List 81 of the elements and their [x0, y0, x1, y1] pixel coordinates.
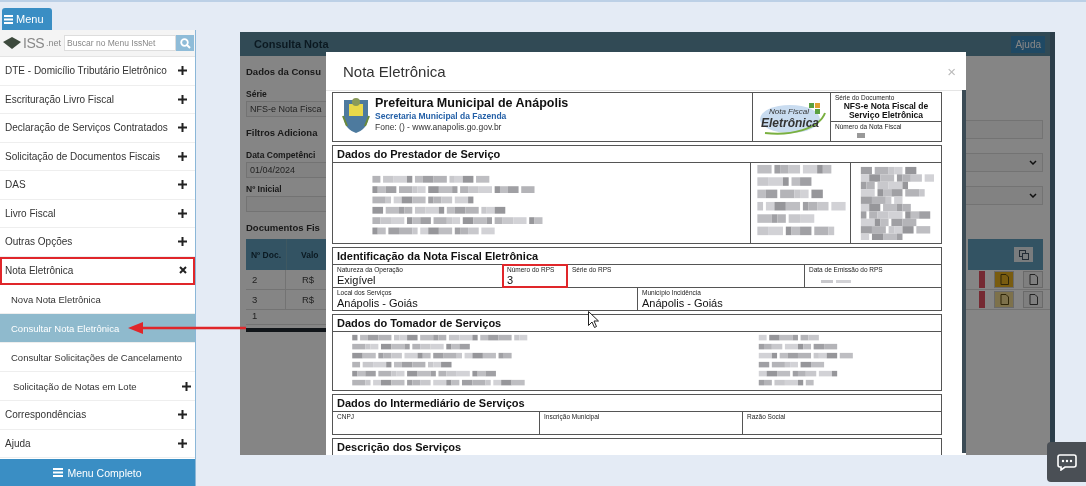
column-header: Valo	[286, 239, 319, 270]
contact-text: Fone: () - www.anapolis.go.gov.br	[375, 122, 503, 132]
menu-item[interactable]: Nota Eletrônica	[0, 256, 195, 285]
expand-icon[interactable]	[178, 410, 187, 420]
xml-button[interactable]	[994, 291, 1014, 308]
input-field[interactable]	[966, 120, 1043, 139]
blurred-text-drawing	[857, 133, 865, 138]
xml-button[interactable]	[994, 271, 1014, 288]
submenu-item[interactable]: Solicitação de Notas em Lote	[0, 372, 195, 401]
input-field[interactable]: 01/04/2024	[246, 162, 326, 178]
document-icon	[999, 294, 1009, 305]
logo-suffix: .net	[46, 38, 62, 48]
field-value: NFS-e Nota Fiscal de Serviço Eletrônica	[842, 102, 930, 120]
menu-item[interactable]: Outras Opções	[0, 228, 195, 257]
menu-item[interactable]: Ajuda	[0, 429, 195, 458]
section-title: Dados do Intermediário de Serviços	[333, 395, 941, 412]
table-cell-text: R$	[301, 293, 315, 307]
field-value: 3	[507, 273, 515, 286]
expand-icon[interactable]	[182, 381, 191, 391]
expand-icon[interactable]	[178, 180, 187, 190]
input-field[interactable]	[246, 196, 326, 212]
table-cell-text: R$	[301, 273, 315, 287]
section-title: Identificação da Nota Fiscal Eletrônica	[333, 248, 941, 265]
field-label: Data Competênci	[246, 150, 316, 160]
search-icon	[179, 37, 191, 49]
expand-icon[interactable]	[178, 208, 187, 218]
chevron-down-icon	[1029, 160, 1037, 165]
collapse-icon[interactable]	[179, 266, 187, 275]
expand-icon[interactable]	[178, 66, 187, 76]
menu-item[interactable]: Correspondências	[0, 401, 195, 430]
chat-icon	[1056, 453, 1077, 471]
menu-item[interactable]: Declaração de Serviços Contratados	[0, 114, 195, 143]
menu-item[interactable]: Solicitação de Documentos Fiscais	[0, 142, 195, 171]
document-icon	[1028, 294, 1038, 305]
table-cell: 3	[246, 290, 286, 309]
menu-item[interactable]: Livro Fiscal	[0, 199, 195, 228]
section-title: Descrição dos Serviços	[336, 440, 463, 455]
copy-button[interactable]	[1014, 247, 1033, 262]
field-value: Exigível	[337, 273, 376, 286]
organization-name: Prefeitura Municipal de Anápolis	[375, 96, 569, 110]
logo-text: Nota Fiscal	[768, 107, 810, 116]
field-label: Nº Inicial	[246, 184, 282, 194]
logo-text: Eletrônica	[761, 116, 820, 130]
mouse-pointer-icon	[588, 311, 599, 328]
field-value: Anápolis - Goiás	[337, 296, 419, 309]
field-label: Série	[246, 89, 267, 99]
submenu-item[interactable]: Consultar Solicitações de Cancelamento	[0, 343, 195, 372]
section-heading: Filtros Adiciona	[246, 127, 318, 138]
expand-icon[interactable]	[178, 123, 187, 133]
document-icon	[1028, 274, 1038, 285]
menu-item[interactable]: DAS	[0, 171, 195, 200]
logo-icon	[3, 37, 21, 49]
expand-icon[interactable]	[178, 237, 187, 247]
menu-item[interactable]: DTE - Domicílio Tributário Eletrônico	[0, 57, 195, 86]
menu-button[interactable]: Menu	[2, 8, 52, 30]
section-heading: Documentos Fis	[246, 222, 320, 233]
full-menu-button[interactable]: Menu Completo	[0, 459, 195, 486]
menu-icon	[4, 14, 13, 24]
table-cell: 2	[246, 270, 286, 289]
expand-icon[interactable]	[178, 151, 187, 161]
document-icon	[999, 274, 1009, 285]
input-field[interactable]: NFS-e Nota Fisca	[246, 101, 326, 117]
pdf-button[interactable]	[1023, 291, 1043, 308]
chevron-down-icon	[1029, 193, 1037, 198]
field-value: Anápolis - Goiás	[642, 296, 724, 309]
department-name: Secretaria Municipal da Fazenda	[375, 111, 508, 121]
chat-button[interactable]	[1047, 442, 1086, 482]
modal-title: Nota Eletrônica	[343, 62, 446, 80]
copy-icon	[1018, 249, 1029, 260]
search-field[interactable]: Buscar no Menu IssNet	[64, 35, 177, 51]
menu-item[interactable]: Escrituração Livro Fiscal	[0, 85, 195, 114]
scrollbar[interactable]	[962, 90, 966, 453]
expand-icon[interactable]	[178, 438, 187, 448]
coat-of-arms-icon	[341, 96, 371, 134]
logo-text: ISS	[23, 35, 45, 51]
section-heading: Dados da Consu	[246, 66, 321, 77]
column-header: Nº Doc.	[250, 249, 282, 260]
pdf-button[interactable]	[1023, 271, 1043, 288]
section-title: Dados do Prestador de Serviço	[333, 146, 941, 163]
expand-icon[interactable]	[178, 94, 187, 104]
menu-icon	[53, 468, 64, 477]
